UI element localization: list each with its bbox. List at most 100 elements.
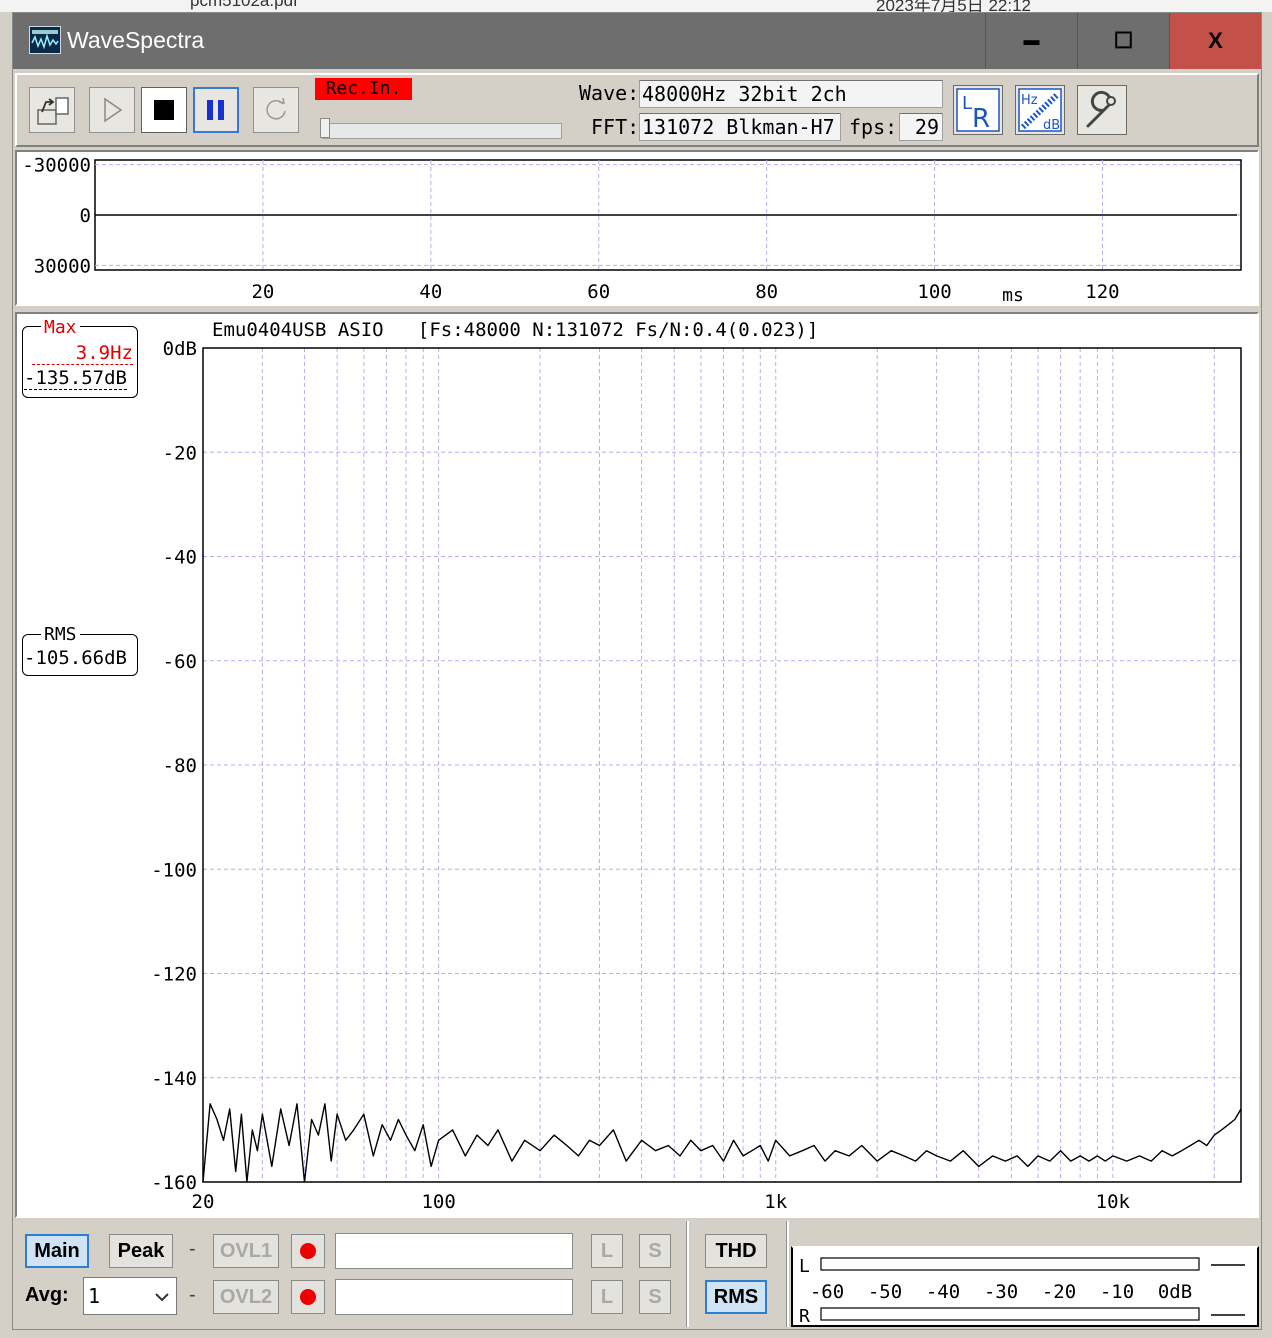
bottom-divider-2: [786, 1221, 789, 1327]
wave-format-field: 48000Hz 32bit 2ch: [639, 80, 943, 108]
ovl1-text-field[interactable]: [335, 1233, 573, 1269]
meter-right-label: R: [799, 1306, 810, 1325]
meter-scale-label: -10: [1100, 1281, 1134, 1303]
lr-channel-button[interactable]: L R: [953, 85, 1003, 135]
peak-button[interactable]: Peak: [109, 1234, 173, 1268]
waveform-y-tick-label: 0: [80, 205, 91, 227]
waveform-x-tick-label: 120: [1085, 281, 1119, 303]
meter-left-bar: [820, 1257, 1200, 1271]
ovl2-button[interactable]: OVL2: [213, 1280, 279, 1314]
window-title: WaveSpectra: [67, 27, 205, 53]
rms-level: -105.66dB: [24, 647, 127, 669]
chevron-down-icon: [155, 1293, 169, 1302]
waveform-x-tick-label: 40: [419, 281, 442, 303]
waveform-y-tick-label: -30000: [22, 155, 91, 177]
pause-icon: [207, 100, 224, 120]
minimize-icon: ▬: [1023, 32, 1040, 49]
open-file-icon: [37, 97, 69, 125]
waveform-chart: 20 40 60 80 100 120 30000 0 -30000 ms: [22, 155, 1242, 304]
rms-button[interactable]: RMS: [705, 1280, 767, 1314]
thd-button[interactable]: THD: [705, 1234, 767, 1268]
waveform-x-tick-label: 80: [755, 281, 778, 303]
main-window: WaveSpectra ▬ ☐ X Rec.In. Wave: 48000Hz …: [12, 12, 1262, 1330]
rms-box-title: RMS: [41, 624, 80, 645]
play-icon: [104, 97, 123, 123]
meter-scale-label: -30: [984, 1281, 1018, 1303]
avg-select[interactable]: 1: [83, 1277, 177, 1315]
spectrum-y-tick-label: -120: [151, 964, 197, 986]
avg-label: Avg:: [25, 1284, 69, 1306]
spectrum-y-tick-label: 0dB: [163, 338, 197, 360]
ovl1-l-button[interactable]: L: [591, 1234, 623, 1268]
bottom-divider: [686, 1221, 689, 1327]
loop-icon: [266, 97, 286, 120]
title-bar[interactable]: WaveSpectra ▬ ☐ X: [13, 13, 1261, 69]
play-button[interactable]: [89, 87, 135, 133]
rec-in-indicator: Rec.In.: [315, 78, 412, 100]
slider-thumb[interactable]: [320, 118, 330, 138]
spectrum-chart: 0dB -20 -40 -60 -80 -100 -120 -140 -16020 100 1k 10…: [151, 338, 1242, 1213]
spectrum-y-tick-label: -60: [163, 651, 197, 673]
fft-setting-field: 131072 Blkman-H7: [639, 113, 841, 141]
ovl1-s-button[interactable]: S: [639, 1234, 671, 1268]
meter-right-bar: [820, 1307, 1200, 1321]
ovl2-s-button[interactable]: S: [639, 1280, 671, 1314]
avg-select-value: 1: [88, 1284, 101, 1308]
ovl1-record-button[interactable]: [291, 1234, 325, 1268]
ovl1-dash: -: [189, 1238, 196, 1260]
hz-glyph: Hz: [1021, 93, 1038, 108]
meter-left-label: L: [799, 1256, 810, 1277]
waveform-x-tick-label: 20: [251, 281, 274, 303]
close-button[interactable]: X: [1169, 13, 1261, 69]
spectrum-x-tick-label: 10k: [1096, 1191, 1131, 1213]
toolbar: Rec.In. Wave: 48000Hz 32bit 2ch FFT: 131…: [15, 73, 1259, 147]
hz-db-scale-button[interactable]: Hz dB: [1015, 85, 1065, 135]
level-meter: L R -60 -50 -40 -30 -20 -10 0dB: [791, 1246, 1259, 1327]
stop-button[interactable]: [141, 87, 187, 133]
minimize-button[interactable]: ▬: [985, 13, 1077, 69]
meter-scale-label: -50: [868, 1281, 902, 1303]
waveform-x-unit: ms: [1002, 285, 1024, 304]
background-file-label: pcm5102a.pdf: [190, 0, 298, 10]
spectrum-y-tick-label: -20: [163, 442, 197, 464]
max-readout-box: Max 3.9Hz -135.57dB: [22, 317, 138, 398]
background-date-label: 2023年7月5日 22:12: [876, 0, 1031, 12]
spectrum-x-tick-label: 20: [192, 1191, 215, 1213]
spectrum-y-tick-label: -80: [163, 755, 197, 777]
settings-wrench-icon: [1086, 90, 1116, 128]
waveform-y-tick-label: 30000: [34, 255, 91, 277]
spectrum-panel[interactable]: 0dB -20 -40 -60 -80 -100 -120 -140 -160 20 100 1k 10…: [15, 312, 1259, 1218]
meter-scale-label: -40: [926, 1281, 960, 1303]
ovl1-button[interactable]: OVL1: [213, 1234, 279, 1268]
ovl2-record-button[interactable]: [291, 1280, 325, 1314]
waveform-x-tick-label: 60: [587, 281, 610, 303]
fft-label: FFT:: [591, 115, 640, 139]
maximize-button[interactable]: ☐: [1077, 13, 1169, 69]
meter-scale-label: -20: [1042, 1281, 1076, 1303]
position-slider[interactable]: [320, 118, 562, 139]
hz-db-scale-icon: Hz dB: [1018, 88, 1062, 133]
max-frequency: 3.9Hz: [31, 342, 133, 365]
ovl2-text-field[interactable]: [335, 1279, 573, 1315]
ovl2-l-button[interactable]: L: [591, 1280, 623, 1314]
background-desktop-strip: pcm5102a.pdf 2023年7月5日 22:12: [0, 0, 1272, 12]
waveform-panel[interactable]: 20 40 60 80 100 120 30000 0 -30000 ms: [15, 150, 1259, 306]
fps-label: fps:: [849, 115, 898, 139]
open-file-button[interactable]: [29, 87, 75, 133]
db-glyph: dB: [1043, 118, 1060, 133]
pause-button[interactable]: [193, 87, 239, 133]
meter-scale-label: -60: [810, 1281, 844, 1303]
rms-readout-box: RMS -105.66dB: [22, 624, 138, 676]
app-icon: [29, 26, 61, 54]
lr-L-glyph: L: [962, 93, 972, 114]
loop-button[interactable]: [253, 87, 299, 133]
settings-button[interactable]: [1077, 85, 1127, 135]
lr-channel-icon: L R: [956, 88, 1000, 133]
meter-scale-label: 0dB: [1158, 1281, 1192, 1303]
bottom-controls: Main Peak - OVL1 L S Avg: 1 - OVL2 L S T…: [15, 1221, 1259, 1327]
main-button[interactable]: Main: [25, 1234, 89, 1268]
lr-R-glyph: R: [972, 104, 990, 133]
waveform-x-tick-label: 100: [917, 281, 951, 303]
spectrum-y-tick-label: -160: [151, 1172, 197, 1194]
stop-icon: [154, 100, 174, 120]
